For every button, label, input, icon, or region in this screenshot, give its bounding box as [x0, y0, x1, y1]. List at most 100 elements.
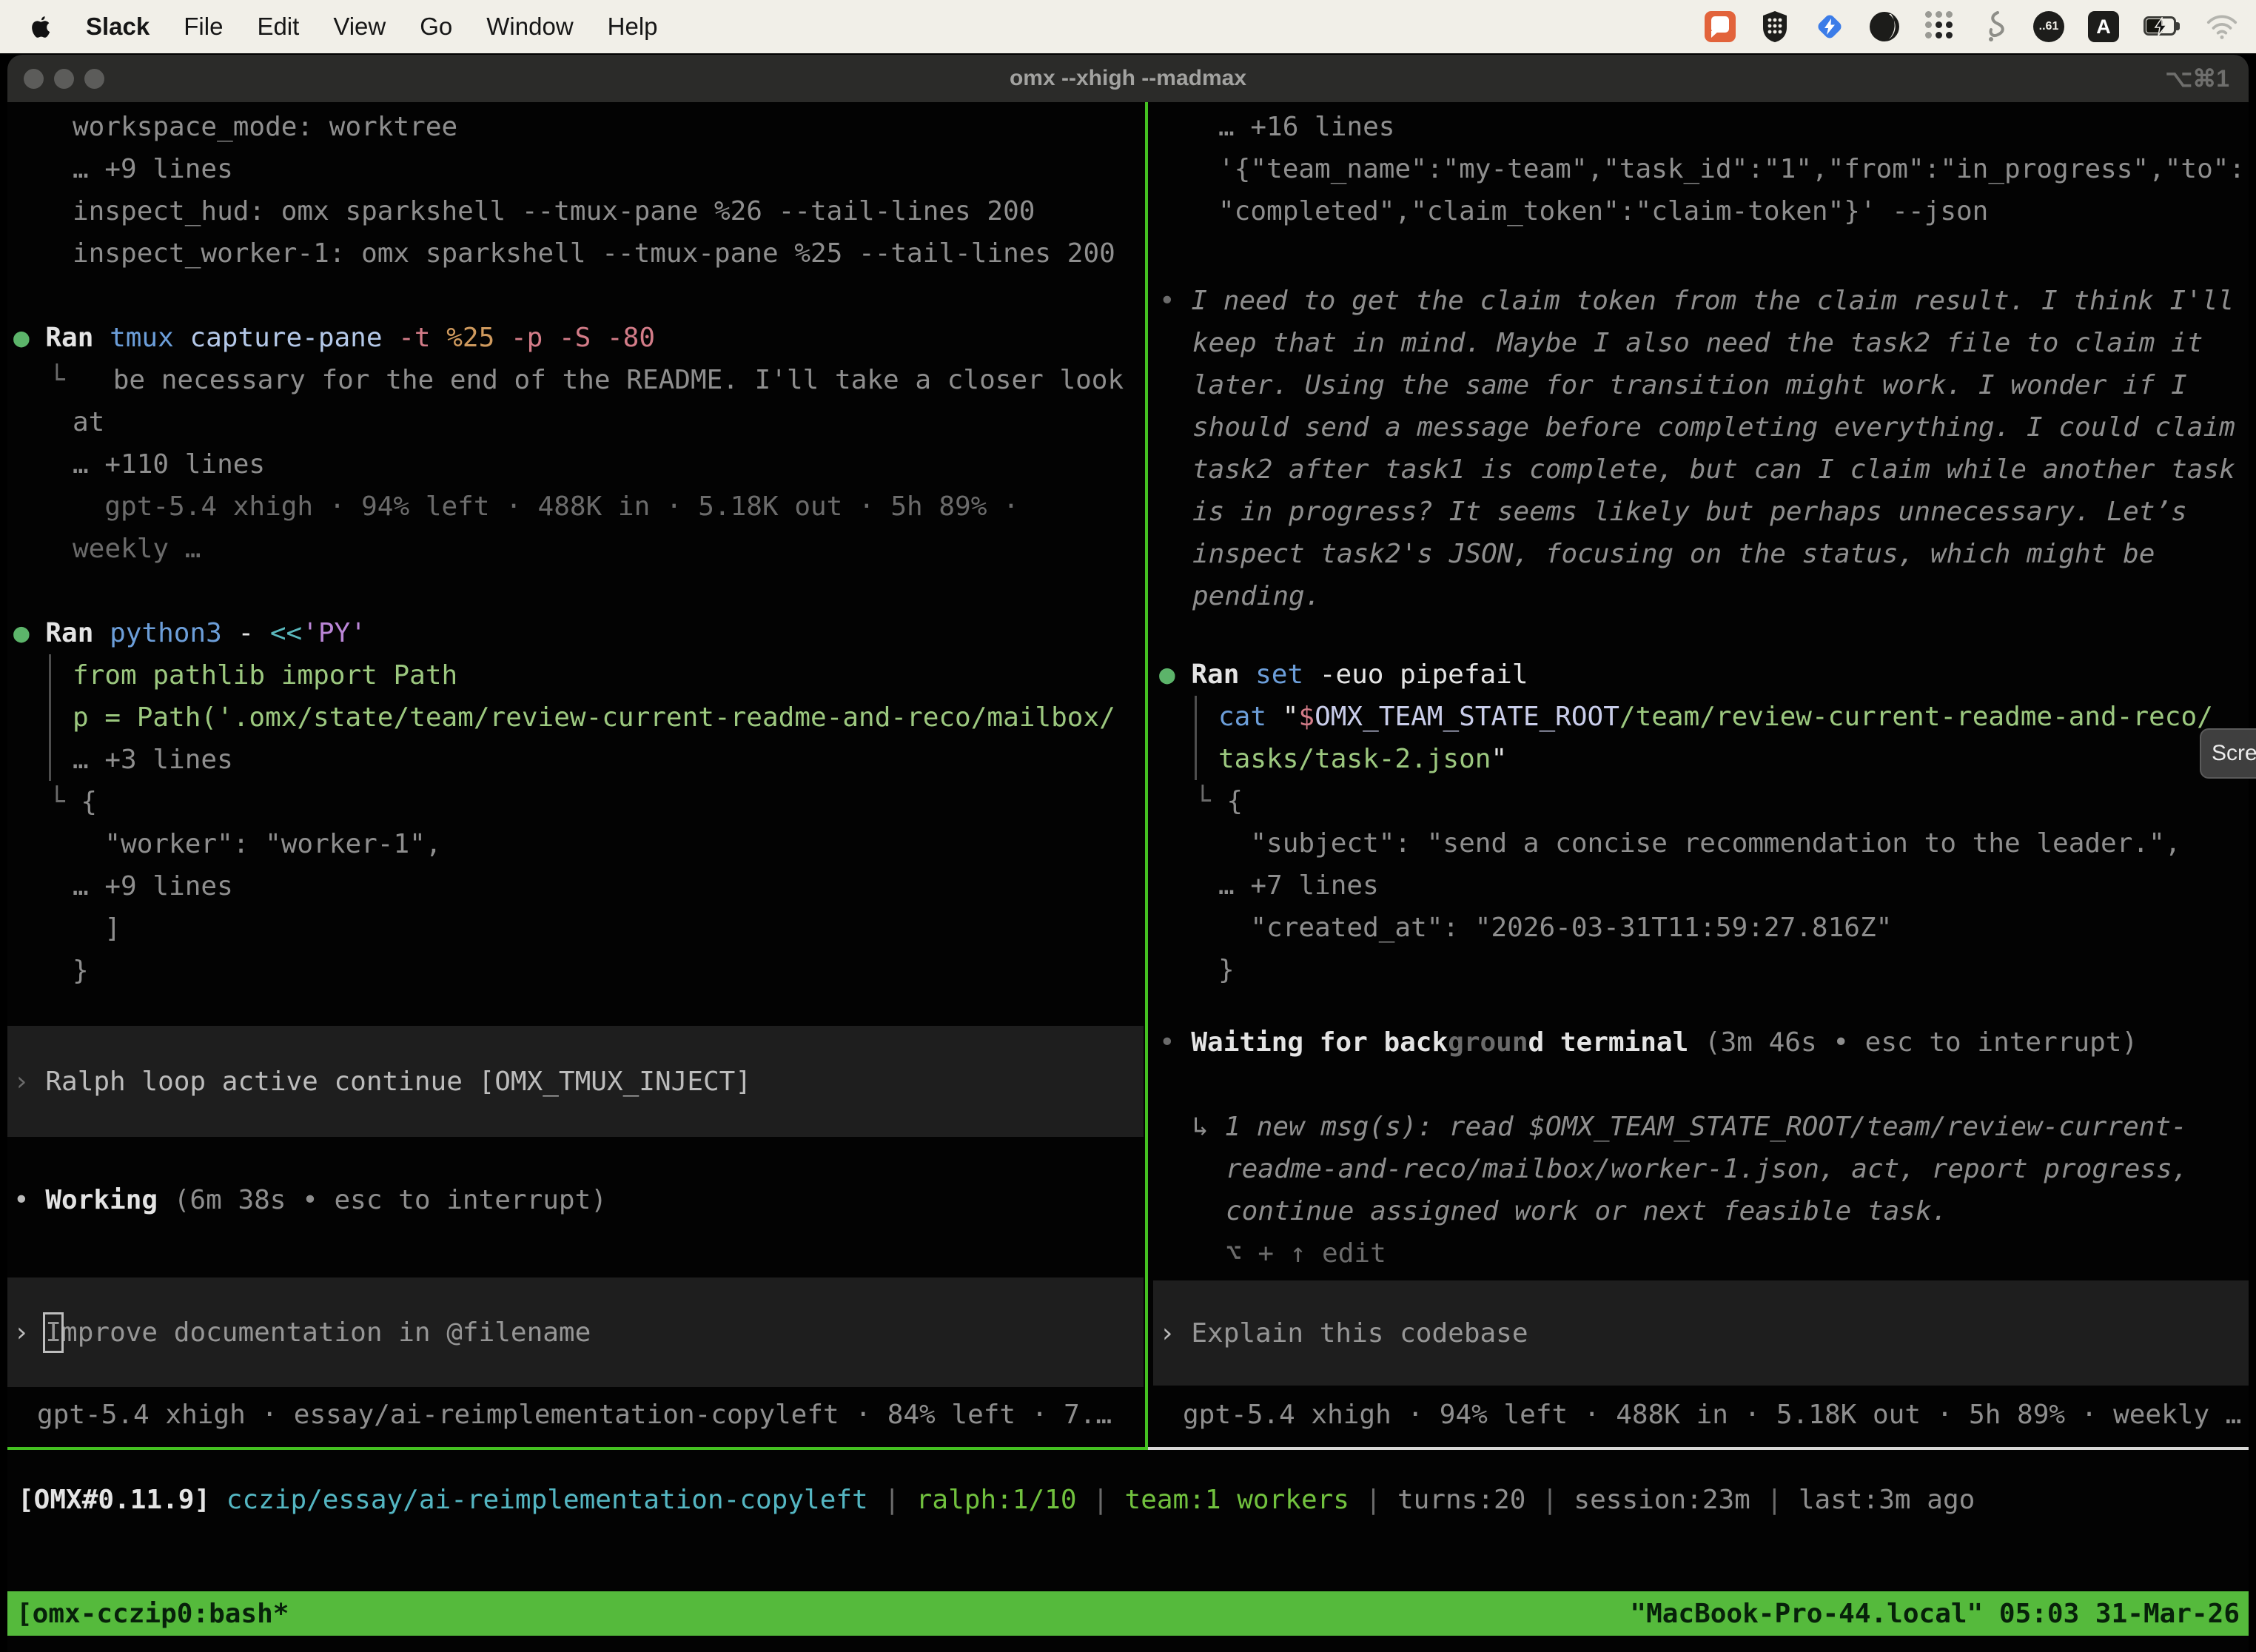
- terminal-block: • Waiting for background terminal (3m 46…: [1153, 1021, 2249, 1275]
- terminal-line: › Ralph loop active continue [OMX_TMUX_I…: [7, 1061, 751, 1103]
- text-segment: •: [13, 1185, 45, 1215]
- text-segment: tasks/task-2.json: [1218, 744, 1491, 774]
- text-segment: Explain this codebase: [1191, 1318, 1528, 1349]
- menu-item-slack[interactable]: Slack: [86, 13, 150, 41]
- terminal-line: … +3 lines: [7, 739, 1144, 781]
- shield-grid-icon[interactable]: [1759, 10, 1791, 43]
- text-segment: … +9 lines: [73, 871, 233, 901]
- terminal-line: pending.: [1153, 575, 2249, 617]
- text-segment: keep that in mind. Maybe I also need the…: [1192, 328, 2203, 358]
- text-segment: "created_at": "2026-03-31T11:59:27.816Z": [1218, 913, 1892, 943]
- text-segment: p = Path('.omx/state/team/review-current…: [73, 702, 1115, 733]
- terminal-block: gpt-5.4 xhigh · 94% left · 488K in · 5.1…: [1153, 1394, 2249, 1436]
- text-segment: mprove documentation in @filename: [61, 1317, 591, 1348]
- terminal-line: "subject": "send a concise recommendatio…: [1153, 822, 2249, 864]
- terminal-line: weekly …: [7, 528, 1144, 570]
- text-segment: -euo pipefail: [1320, 659, 1528, 690]
- text-segment: is in progress? It seems likely but perh…: [1192, 497, 2187, 527]
- terminal-line: continue assigned work or next feasible …: [1153, 1190, 2249, 1232]
- text-segment: … +7 lines: [1218, 870, 1379, 901]
- text-cursor: I: [45, 1317, 61, 1348]
- text-segment: |: [1077, 1485, 1125, 1515]
- menu-item-go[interactable]: Go: [420, 13, 452, 41]
- text-segment: -t: [398, 323, 446, 353]
- status-icons: ..61 A: [1704, 10, 2238, 43]
- dots-grid-icon[interactable]: [1923, 10, 1955, 43]
- text-segment: -: [238, 618, 269, 648]
- chat-app-icon[interactable]: [1704, 10, 1736, 43]
- text-segment: inspect_worker-1: omx sparkshell --tmux-…: [73, 238, 1115, 269]
- apple-menu-icon[interactable]: [30, 13, 53, 41]
- screen-edge-tooltip: Scre: [2200, 728, 2256, 779]
- text-segment: continue assigned work or next feasible …: [1226, 1196, 1947, 1226]
- prompt-input-left[interactable]: › Improve documentation in @filename: [7, 1277, 1144, 1387]
- text-segment: <<: [270, 618, 302, 648]
- pane-right-worker[interactable]: … +16 lines '{"team_name":"my-team","task…: [1153, 102, 2249, 1447]
- text-segment: be necessary for the end of the README. …: [113, 365, 1124, 395]
- prompt-input-right[interactable]: › Explain this codebase: [1153, 1280, 2249, 1386]
- text-segment: groun: [1448, 1027, 1528, 1058]
- menu-item-view[interactable]: View: [333, 13, 386, 41]
- text-segment: gpt-5.4 xhigh · essay/ai-reimplementatio…: [37, 1400, 1112, 1430]
- menu-item-file[interactable]: File: [184, 13, 223, 41]
- text-segment: … +3 lines: [73, 745, 233, 775]
- terminal-window: omx --xhigh --madmax ⌥⌘1 workspace_mode:…: [7, 55, 2249, 1652]
- pane-divider[interactable]: [1145, 102, 1148, 1447]
- terminal-block: ● Ran tmux capture-pane -t %25 -p -S -80…: [7, 317, 1144, 570]
- terminal-line: [1153, 1064, 2249, 1106]
- pane-border-active: [7, 1447, 1148, 1450]
- terminal-line: inspect_hud: omx sparkshell --tmux-pane …: [7, 190, 1144, 232]
- text-segment: •: [1159, 286, 1191, 316]
- terminal-block: ● Ran python3 - <<'PY'from pathlib impor…: [7, 612, 1144, 992]
- text-segment: later. Using the same for transition mig…: [1192, 370, 2187, 400]
- pane-left-hud[interactable]: workspace_mode: worktree … +9 lines inspec…: [7, 102, 1144, 1447]
- terminal-line: tasks/task-2.json": [1153, 738, 2249, 780]
- menu-item-help[interactable]: Help: [608, 13, 658, 41]
- text-segment: ●: [13, 323, 45, 353]
- terminal-line: "created_at": "2026-03-31T11:59:27.816Z": [1153, 907, 2249, 949]
- tmux-host-clock-label: "MacBook-Pro-44.local" 05:03 31-Mar-26: [1630, 1593, 2240, 1635]
- window-titlebar[interactable]: omx --xhigh --madmax ⌥⌘1: [7, 55, 2249, 102]
- terminal-line: … +9 lines: [7, 865, 1144, 907]
- text-segment: ●: [13, 618, 45, 648]
- text-segment: Working: [45, 1185, 173, 1215]
- battery-charging-icon[interactable]: [2142, 10, 2183, 43]
- text-segment: from pathlib import Path: [73, 660, 457, 691]
- text-segment: capture-pane: [189, 323, 398, 353]
- terminal-line: └ {: [1153, 780, 2249, 822]
- terminal-block: • Working (6m 38s • esc to interrupt): [7, 1179, 1144, 1221]
- moon-circle-icon[interactable]: [1868, 10, 1901, 43]
- menu-item-edit[interactable]: Edit: [257, 13, 299, 41]
- terminal-line: inspect_worker-1: omx sparkshell --tmux-…: [7, 232, 1144, 275]
- text-segment: |: [1750, 1485, 1799, 1515]
- squiggle-icon[interactable]: [1978, 10, 2010, 43]
- terminal-line: gpt-5.4 xhigh · 94% left · 488K in · 5.1…: [1153, 1394, 2249, 1436]
- terminal-line: inspect task2's JSON, focusing on the st…: [1153, 533, 2249, 575]
- text-segment: last:3m ago: [1799, 1485, 1975, 1515]
- bolt-diamond-icon[interactable]: [1813, 10, 1846, 43]
- text-segment: ›: [1159, 1318, 1191, 1349]
- text-segment: gpt-5.4 xhigh · 94% left · 488K in · 5.1…: [73, 491, 1019, 522]
- omx-status-bar: [OMX#0.11.9] cczip/essay/ai-reimplementa…: [18, 1479, 1975, 1521]
- terminal-block: ● Ran set -euo pipefailcat "$OMX_TEAM_ST…: [1153, 654, 2249, 991]
- terminal-line: readme-and-reco/mailbox/worker-1.json, a…: [1153, 1148, 2249, 1190]
- text-segment: … +110 lines: [73, 449, 265, 480]
- wifi-icon[interactable]: [2206, 10, 2238, 43]
- terminal-line: … +16 lines: [1153, 106, 2249, 148]
- terminal-block: • I need to get the claim token from the…: [1153, 280, 2249, 617]
- terminal-line: is in progress? It seems likely but perh…: [1153, 491, 2249, 533]
- text-segment: d terminal: [1528, 1027, 1705, 1058]
- text-segment: '{"team_name":"my-team","task_id":"1","f…: [1218, 154, 2245, 184]
- terminal-line: p = Path('.omx/state/team/review-current…: [7, 696, 1144, 739]
- percent-circle-icon[interactable]: ..61: [2032, 10, 2065, 43]
- terminal-line: later. Using the same for transition mig…: [1153, 364, 2249, 406]
- window-title: omx --xhigh --madmax: [7, 55, 2249, 102]
- terminal-line: ]: [7, 907, 1144, 950]
- menu-item-window[interactable]: Window: [486, 13, 573, 41]
- text-segment: "subject": "send a concise recommendatio…: [1218, 828, 2181, 859]
- letter-a-icon[interactable]: A: [2087, 10, 2120, 43]
- terminal-line: workspace_mode: worktree: [7, 106, 1144, 148]
- text-segment: cat: [1218, 702, 1283, 732]
- text-segment: }: [73, 956, 89, 986]
- terminal-line: └ be necessary for the end of the README…: [7, 359, 1144, 401]
